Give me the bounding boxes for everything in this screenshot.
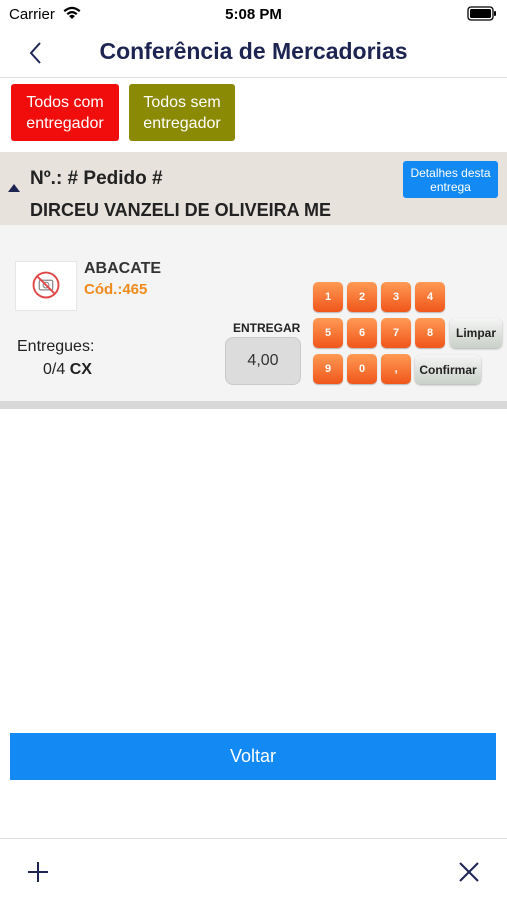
keypad-key-4[interactable]: 4 — [415, 282, 445, 312]
keypad-key-5[interactable]: 5 — [313, 318, 343, 348]
triangle-up-icon[interactable] — [8, 184, 20, 192]
keypad-key-7[interactable]: 7 — [381, 318, 411, 348]
product-code-prefix: Cód.: — [84, 281, 123, 298]
keypad-key-6[interactable]: 6 — [347, 318, 377, 348]
product-code-value: 465 — [122, 281, 148, 298]
clear-button[interactable]: Limpar — [450, 318, 502, 348]
all-without-driver-button[interactable]: Todos sem entregador — [129, 84, 235, 141]
battery-icon — [467, 6, 496, 21]
product-name: ABACATE — [84, 260, 162, 277]
close-icon[interactable] — [459, 862, 479, 882]
keypad-key-2[interactable]: 2 — [347, 282, 377, 312]
deliver-quantity-field[interactable]: 4,00 — [225, 337, 301, 385]
order-header: Nº.: # Pedido # DIRCEU VANZELI DE OLIVEI… — [0, 152, 507, 225]
order-number: Nº.: # Pedido # — [30, 168, 163, 189]
item-divider — [0, 401, 507, 409]
keypad-key-8[interactable]: 8 — [415, 318, 445, 348]
keypad-key-1[interactable]: 1 — [313, 282, 343, 312]
back-button[interactable]: Voltar — [10, 733, 496, 780]
keypad-key-3[interactable]: 3 — [381, 282, 411, 312]
keypad-key-9[interactable]: 9 — [313, 354, 343, 384]
delivered-value: 0/4 CX — [43, 361, 92, 379]
bottom-toolbar — [0, 838, 507, 900]
page-title: Conferência de Mercadorias — [99, 38, 408, 64]
deliver-label: ENTREGAR — [233, 321, 301, 335]
confirm-button[interactable]: Confirmar — [415, 355, 481, 384]
plus-icon[interactable] — [27, 861, 49, 883]
status-bar: Carrier 5:08 PM — [0, 0, 507, 28]
no-photo-icon — [32, 271, 60, 299]
keypad-key-comma[interactable]: , — [381, 354, 411, 384]
product-thumbnail — [15, 261, 77, 311]
nav-bar: Conferência de Mercadorias — [0, 28, 507, 78]
delivered-unit: CX — [69, 361, 92, 378]
product-code: Cód.:465 — [84, 281, 147, 298]
customer-name: DIRCEU VANZELI DE OLIVEIRA ME — [30, 200, 332, 220]
item-card: ABACATE Cód.:465 Entregues: 0/4 CX ENTRE… — [0, 225, 507, 401]
clock: 5:08 PM — [225, 6, 282, 23]
delivered-label: Entregues: — [17, 338, 95, 355]
delivered-count: 0/4 — [43, 361, 66, 378]
all-with-driver-button[interactable]: Todos com entregador — [11, 84, 119, 141]
keypad-key-0[interactable]: 0 — [347, 354, 377, 384]
delivery-details-button[interactable]: Detalhes desta entrega — [403, 161, 498, 198]
